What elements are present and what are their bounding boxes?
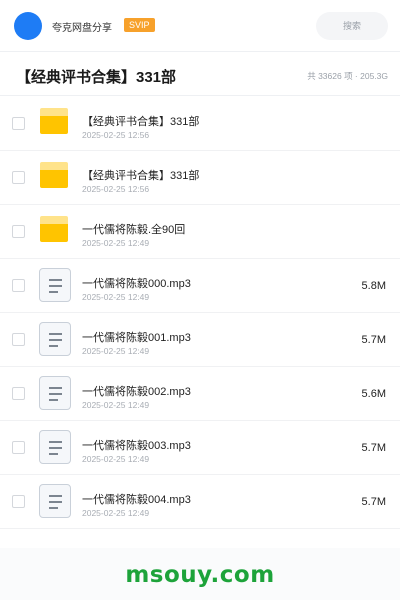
share-title-bar: 【经典评书合集】331部 共 33626 项 · 205.3G <box>0 52 400 96</box>
select-checkbox[interactable] <box>12 225 25 238</box>
select-checkbox[interactable] <box>12 171 25 184</box>
app-header: 夸克网盘分享 SVIP 搜索 <box>0 0 400 52</box>
file-date: 2025-02-25 12:49 <box>82 400 150 410</box>
file-name: 一代儒将陈毅000.mp3 <box>82 278 191 290</box>
file-row[interactable]: 一代儒将陈毅001.mp3 2025-02-25 12:49 5.7M <box>0 313 400 367</box>
select-checkbox[interactable] <box>12 387 25 400</box>
svip-badge: SVIP <box>124 18 155 32</box>
file-name: 【经典评书合集】331部 <box>82 170 200 182</box>
share-stats: 共 33626 项 · 205.3G <box>307 71 388 81</box>
file-size: 5.6M <box>361 388 386 400</box>
file-name: 一代儒将陈毅002.mp3 <box>82 386 191 398</box>
file-date: 2025-02-25 12:49 <box>82 292 150 302</box>
file-name: 一代儒将陈毅003.mp3 <box>82 440 191 452</box>
folder-icon <box>39 216 69 246</box>
file-date: 2025-02-25 12:49 <box>82 508 150 518</box>
folder-icon <box>39 162 69 192</box>
select-checkbox[interactable] <box>12 117 25 130</box>
footer: msouy.com <box>0 548 400 600</box>
select-checkbox[interactable] <box>12 333 25 346</box>
file-size: 5.7M <box>361 496 386 508</box>
file-size: 5.8M <box>361 280 386 292</box>
search-input[interactable]: 搜索 <box>316 12 388 40</box>
select-checkbox[interactable] <box>12 495 25 508</box>
file-row[interactable]: 一代儒将陈毅004.mp3 2025-02-25 12:49 5.7M <box>0 475 400 529</box>
folder-icon <box>39 108 69 138</box>
audio-file-icon <box>39 268 71 302</box>
file-name: 一代儒将陈毅.全90回 <box>82 224 186 236</box>
file-date: 2025-02-25 12:49 <box>82 454 150 464</box>
file-name: 一代儒将陈毅001.mp3 <box>82 332 191 344</box>
watermark-text: msouy.com <box>125 562 275 588</box>
file-size: 5.7M <box>361 442 386 454</box>
file-row[interactable]: 一代儒将陈毅.全90回 2025-02-25 12:49 <box>0 205 400 259</box>
audio-file-icon <box>39 484 71 518</box>
file-date: 2025-02-25 12:49 <box>82 346 150 356</box>
file-date: 2025-02-25 12:56 <box>82 130 150 140</box>
file-name: 【经典评书合集】331部 <box>82 116 200 128</box>
file-row[interactable]: 一代儒将陈毅000.mp3 2025-02-25 12:49 5.8M <box>0 259 400 313</box>
select-checkbox[interactable] <box>12 279 25 292</box>
audio-file-icon <box>39 322 71 356</box>
avatar[interactable] <box>14 12 42 40</box>
audio-file-icon <box>39 376 71 410</box>
file-row[interactable]: 【经典评书合集】331部 2025-02-25 12:56 <box>0 97 400 151</box>
file-date: 2025-02-25 12:56 <box>82 184 150 194</box>
file-list: 【经典评书合集】331部 2025-02-25 12:56 【经典评书合集】331部… <box>0 97 400 529</box>
file-size: 5.7M <box>361 334 386 346</box>
file-row[interactable]: 一代儒将陈毅002.mp3 2025-02-25 12:49 5.6M <box>0 367 400 421</box>
audio-file-icon <box>39 430 71 464</box>
file-row[interactable]: 【经典评书合集】331部 2025-02-25 12:56 <box>0 151 400 205</box>
sharer-name: 夸克网盘分享 <box>52 23 112 34</box>
page-title: 【经典评书合集】331部 <box>16 69 177 86</box>
select-checkbox[interactable] <box>12 441 25 454</box>
file-name: 一代儒将陈毅004.mp3 <box>82 494 191 506</box>
file-row[interactable]: 一代儒将陈毅003.mp3 2025-02-25 12:49 5.7M <box>0 421 400 475</box>
file-date: 2025-02-25 12:49 <box>82 238 150 248</box>
